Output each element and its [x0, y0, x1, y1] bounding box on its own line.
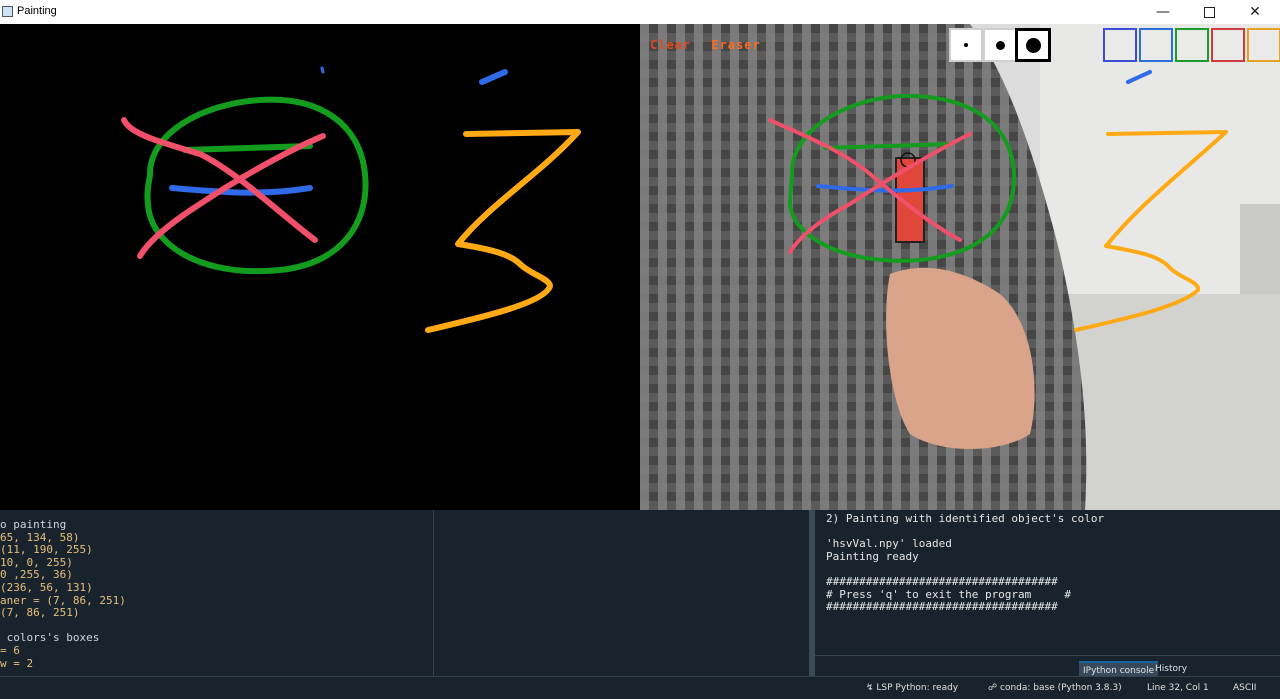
cursor-position: Line 32, Col 1	[1147, 683, 1209, 693]
palette-box-4[interactable]	[1211, 28, 1245, 62]
blue-dash-stroke	[479, 69, 508, 85]
app-icon	[2, 6, 13, 17]
blue-dot-stroke	[320, 66, 325, 74]
editor-line: 65, 134, 58)	[0, 530, 80, 544]
editor-line: = 6	[0, 644, 20, 657]
orange-stroke	[425, 129, 581, 333]
editor-line: w = 2	[0, 656, 34, 670]
ipython-console[interactable]: 2) Painting with identified object's col…	[815, 510, 1280, 655]
green-circle-stroke	[144, 96, 369, 275]
painting-canvas[interactable]	[0, 24, 640, 510]
camera-feed	[640, 24, 1280, 510]
brush-dot-large-icon	[1025, 37, 1041, 53]
editor-line: colors's boxes	[0, 631, 100, 645]
tab-history[interactable]: History	[1151, 661, 1191, 677]
console-line: ###################################	[826, 600, 1058, 614]
editor-line: aner = (7, 86, 251)	[0, 593, 126, 607]
editor-line: 10, 0, 255)	[0, 555, 73, 569]
close-icon: ✕	[1249, 4, 1261, 20]
console-line: # Press 'q' to exit the program #	[826, 587, 1072, 601]
minimize-icon: —	[1156, 4, 1170, 20]
editor-line: (11, 190, 255)	[0, 543, 93, 557]
editor-line: (7, 86, 251)	[0, 606, 80, 620]
blue-line-stroke	[169, 185, 313, 196]
brush-dot-small-icon	[964, 43, 968, 47]
editor-line: 0 ,255, 36)	[0, 568, 73, 582]
eraser-label[interactable]: Eraser	[711, 38, 760, 52]
red-x-stroke-2	[137, 133, 326, 259]
window-titlebar: Painting — ✕	[0, 0, 1280, 24]
ide-panels: o painting 65, 134, 58) (11, 190, 255) 10, …	[0, 510, 1280, 679]
camera-labels: Clear Eraser	[650, 38, 773, 52]
console-line: ###################################	[826, 575, 1058, 588]
clear-label[interactable]: Clear	[650, 38, 691, 52]
maximize-button[interactable]	[1186, 0, 1232, 24]
brush-size-large[interactable]	[1015, 28, 1051, 62]
file-encoding: ASCII	[1233, 683, 1257, 693]
palette-box-3[interactable]	[1175, 28, 1209, 62]
console-tabs: IPython console History	[815, 655, 1280, 679]
editor-line: o painting	[0, 518, 67, 531]
close-button[interactable]: ✕	[1232, 0, 1278, 24]
palette-box-1[interactable]	[1103, 28, 1137, 62]
lsp-status: ↯ LSP Python: ready	[866, 683, 959, 693]
console-line: Painting ready	[826, 549, 919, 563]
lsp-icon: ↯	[866, 683, 874, 693]
camera-view[interactable]: Clear Eraser	[640, 24, 1280, 510]
brush-dot-medium-icon	[995, 40, 1005, 50]
canvas-strokes	[121, 66, 581, 333]
conda-status: ☍ conda: base (Python 3.8.3)	[988, 683, 1122, 693]
console-line: 2) Painting with identified object's col…	[826, 512, 1105, 525]
palette-box-5[interactable]	[1247, 28, 1280, 62]
brush-size-medium[interactable]	[983, 28, 1017, 62]
conda-icon: ☍	[988, 683, 998, 693]
maximize-icon	[1203, 6, 1215, 18]
code-editor[interactable]: o painting 65, 134, 58) (11, 190, 255) 10, …	[0, 510, 432, 676]
palette-box-2[interactable]	[1139, 28, 1173, 62]
console-line: 'hsvVal.npy' loaded	[826, 537, 952, 551]
editor-line: (236, 56, 131)	[0, 581, 93, 594]
status-bar: ↯ LSP Python: ready ☍ conda: base (Pytho…	[0, 676, 1280, 699]
secondary-editor[interactable]	[433, 510, 810, 676]
window-title: Painting	[17, 5, 57, 17]
brush-size-small[interactable]	[949, 28, 983, 62]
minimize-button[interactable]: —	[1140, 0, 1186, 24]
